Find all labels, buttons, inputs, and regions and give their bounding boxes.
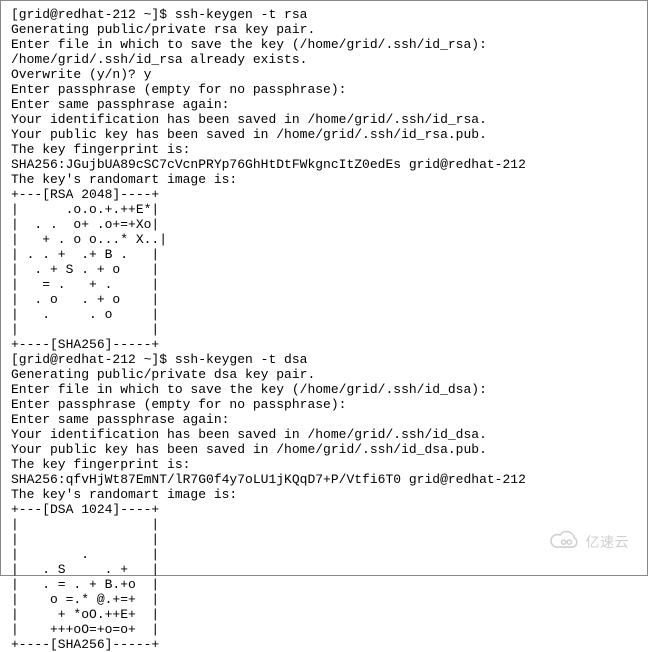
terminal-line: Enter file in which to save the key (/ho… (11, 382, 637, 397)
terminal-line: Your public key has been saved in /home/… (11, 127, 637, 142)
terminal-line: /home/grid/.ssh/id_rsa already exists. (11, 52, 637, 67)
terminal-line: +---[RSA 2048]----+ (11, 187, 637, 202)
terminal-line: Overwrite (y/n)? y (11, 67, 637, 82)
terminal-line: Generating public/private rsa key pair. (11, 22, 637, 37)
terminal-line: | . | (11, 547, 637, 562)
terminal-line: +----[SHA256]-----+ (11, 337, 637, 352)
terminal-line: | + . o o...* X..| (11, 232, 637, 247)
terminal-line: [grid@redhat-212 ~]$ ssh-keygen -t rsa (11, 7, 637, 22)
terminal-line: Enter same passphrase again: (11, 412, 637, 427)
terminal-line: Generating public/private dsa key pair. (11, 367, 637, 382)
terminal-output: [grid@redhat-212 ~]$ ssh-keygen -t rsa G… (11, 7, 637, 652)
terminal-line: | . . + .+ B . | (11, 247, 637, 262)
terminal-line: | | (11, 517, 637, 532)
terminal-line: | +++oO=+o=o+ | (11, 622, 637, 637)
terminal-line: | + *oO.++E+ | (11, 607, 637, 622)
terminal-line: Your identification has been saved in /h… (11, 112, 637, 127)
terminal-line: Enter passphrase (empty for no passphras… (11, 397, 637, 412)
terminal-line: | = . + . | (11, 277, 637, 292)
terminal-line: | . . o | (11, 307, 637, 322)
terminal-line: Enter file in which to save the key (/ho… (11, 37, 637, 52)
terminal-line: | . = . + B.+o | (11, 577, 637, 592)
terminal-line: The key's randomart image is: (11, 487, 637, 502)
terminal-line: [grid@redhat-212 ~]$ ssh-keygen -t dsa (11, 352, 637, 367)
terminal-line: Your identification has been saved in /h… (11, 427, 637, 442)
terminal-line: +----[SHA256]-----+ (11, 637, 637, 652)
terminal-line: The key fingerprint is: (11, 457, 637, 472)
terminal-line: | .o.o.+.++E*| (11, 202, 637, 217)
terminal-line: | | (11, 322, 637, 337)
terminal-line: Enter same passphrase again: (11, 97, 637, 112)
terminal-line: Enter passphrase (empty for no passphras… (11, 82, 637, 97)
terminal-line: | . S . + | (11, 562, 637, 577)
terminal-line: Your public key has been saved in /home/… (11, 442, 637, 457)
terminal-line: | . o . + o | (11, 292, 637, 307)
terminal-line: | o =.* @.+=+ | (11, 592, 637, 607)
terminal-line: SHA256:JGujbUA89cSC7cVcnPRYp76GhHtDtFWkg… (11, 157, 637, 172)
terminal-line: The key's randomart image is: (11, 172, 637, 187)
terminal-line: +---[DSA 1024]----+ (11, 502, 637, 517)
terminal-line: The key fingerprint is: (11, 142, 637, 157)
terminal-line: | . + S . + o | (11, 262, 637, 277)
terminal-line: | | (11, 532, 637, 547)
terminal-line: | . . o+ .o+=+Xo| (11, 217, 637, 232)
terminal-line: SHA256:qfvHjWt87EmNT/lR7G0f4y7oLU1jKQqD7… (11, 472, 637, 487)
